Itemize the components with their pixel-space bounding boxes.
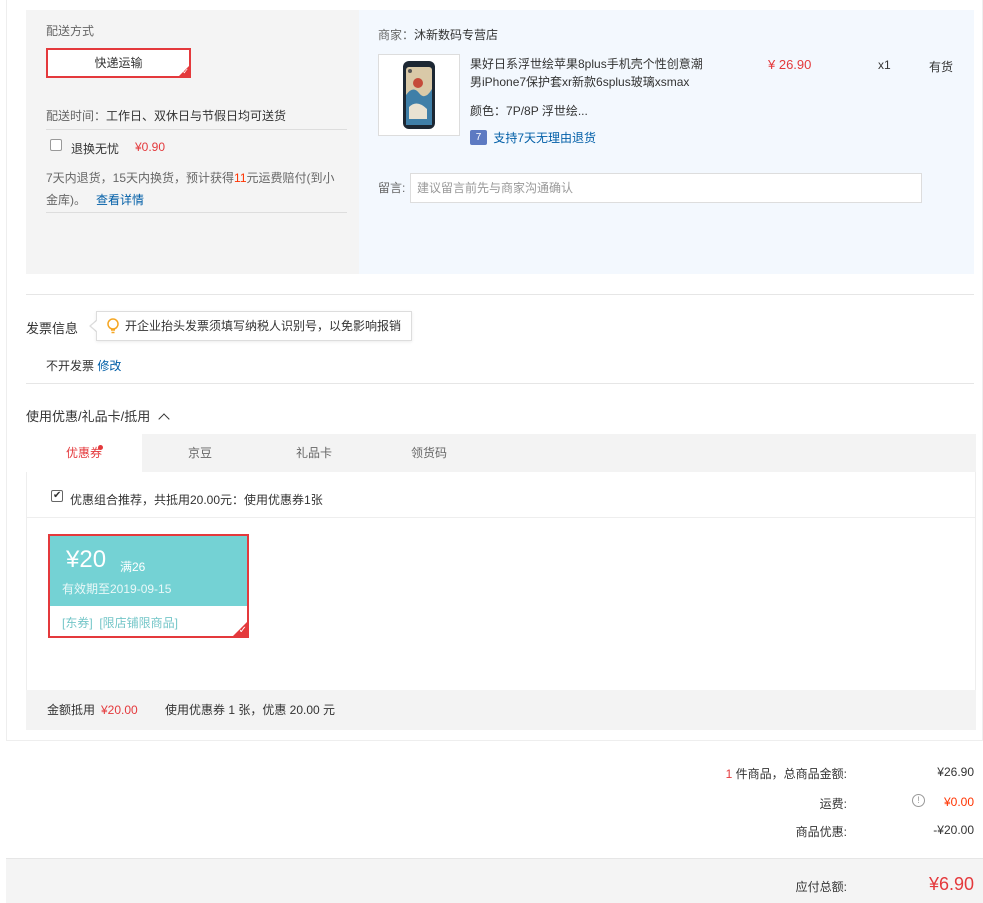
recommend-text: 优惠组合推荐，共抵用20.00元：使用优惠券1张 [70,493,323,507]
tab-jingdou[interactable]: 京豆 [142,434,258,472]
red-dot-icon [98,445,103,450]
payable-label: 应付总额: [795,880,847,894]
tab-coupons[interactable]: 优惠券 [26,434,142,472]
divider [46,212,347,213]
goods-count-row: 1 件商品，总商品金额: [600,765,847,782]
policy-text-2: 元运费赔付(到小 [246,171,335,185]
shipping-title: 配送方式 [46,24,95,38]
worry-free-price: ¥0.90 [135,140,166,154]
view-details-link[interactable]: 查看详情 [96,193,144,207]
coupon-amount: ¥20 [66,546,107,573]
invoice-edit-link[interactable]: 修改 [97,359,121,373]
coupon-header: ¥20 满26 有效期至2019-09-15 [50,536,247,606]
return-policy-text[interactable]: 支持7天无理由退货 [493,131,596,145]
worry-free-checkbox[interactable] [50,139,62,151]
invoice-tip: 开企业抬头发票须填写纳税人识别号，以免影响报销 [96,311,412,341]
coupon-threshold: 满26 [120,560,146,574]
chevron-up-icon [158,413,170,425]
policy-text: 7天内退货，15天内换货，预计获得 [46,171,235,185]
policy-highlight: 11 [234,171,247,185]
color-label: 颜色： [470,104,507,118]
stock-status: 有货 [929,60,954,74]
worry-free-label: 退换无忧 [71,142,120,156]
discount-summary: 金额抵用 ¥20.00 使用优惠券 1 张，优惠 20.00 元 [26,690,976,730]
summary-label: 金额抵用 [47,703,96,717]
coupon-tag: [限店铺限商品] [99,616,179,630]
policy-text-3: 金库)。 [46,193,86,207]
goods-discount-label: 商品优惠: [795,825,847,839]
delivery-time: 配送时间：工作日、双休日与节假日均可送货 [46,107,286,124]
seller-info: 商家：沐新数码专营店 [378,26,498,43]
goods-discount: -¥20.00 [933,823,974,837]
goods-amount: ¥26.90 [937,765,974,779]
tab-coupons-label: 优惠券 [65,446,102,460]
goods-count: 1 [725,767,733,781]
coupon-tag: [东券] [62,616,93,630]
product-title-line-2: 男iPhone7保护套xr新款6splus玻璃xsmax [470,75,690,89]
invoice-title: 发票信息 [26,321,79,336]
summary-text: 使用优惠券 1 张，优惠 20.00 元 [165,703,336,717]
invoice-status-row: 不开发票 修改 [46,357,121,374]
recommend-checkbox[interactable] [51,490,63,502]
payable-amount: ¥6.90 [928,874,974,894]
product-price: ¥ 26.90 [768,57,812,72]
divider [46,129,347,130]
summary-amount: ¥20.00 [101,703,138,717]
shipping-fee: ¥0.00 [943,795,974,809]
tab-gift-card[interactable]: 礼品卡 [256,434,372,472]
worry-free-policy: 7天内退货，15天内换货，预计获得11元运费赔付(到小 金库)。 查看详情 [46,167,346,211]
product-thumbnail[interactable] [378,54,460,136]
divider [27,517,975,518]
divider [26,383,974,384]
return-7day-icon: 7 [470,130,487,145]
seller-label: 商家： [378,28,415,42]
coupon-tags: [东券] [限店铺限商品] [62,614,178,631]
tab-redeem-code[interactable]: 领货码 [371,434,487,472]
express-shipping-label: 快递运输 [94,56,143,70]
tip-arrow-inner [91,320,98,332]
lightbulb-icon [107,318,119,334]
product-title[interactable]: 果好日系浮世绘苹果8plus手机壳个性创意潮 男iPhone7保护套xr新款6s… [470,55,720,91]
invoice-tip-text: 开企业抬头发票须填写纳税人识别号，以免影响报销 [125,319,402,333]
delivery-time-value: 工作日、双休日与节假日均可送货 [106,109,287,123]
comment-label: 留言: [378,181,406,195]
coupon-expiry: 有效期至2019-09-15 [62,582,172,596]
discount-toggle[interactable]: 使用优惠/礼品卡/抵用 [26,406,170,425]
seller-name[interactable]: 沐新数码专营店 [414,28,498,42]
coupon-card[interactable]: ¥20 满26 有效期至2019-09-15 [东券] [限店铺限商品] ✓ [48,534,249,638]
product-color: 颜色：7P/8P 浮世绘... [470,102,588,119]
coupon-selected-check-icon: ✓ [232,621,248,637]
goods-amount-label: 件商品，总商品金额: [735,767,847,781]
express-shipping-button[interactable]: 快递运输 ✓ [46,48,191,78]
phone-case-image [403,61,435,129]
invoice-status: 不开发票 [46,359,95,373]
delivery-time-label: 配送时间： [46,109,107,123]
return-policy: 7 支持7天无理由退货 [470,129,596,146]
color-value: 7P/8P 浮世绘... [506,104,588,118]
product-quantity: x1 [878,58,891,72]
product-title-line-1: 果好日系浮世绘苹果8plus手机壳个性创意潮 [470,57,703,71]
shipping-fee-label: 运费: [819,797,847,811]
comment-input[interactable]: 建议留言前先与商家沟通确认 [410,173,922,203]
divider [26,294,974,295]
store-panel [359,10,974,274]
discount-title: 使用优惠/礼品卡/抵用 [26,409,151,424]
selected-check-icon: ✓ [178,65,190,77]
